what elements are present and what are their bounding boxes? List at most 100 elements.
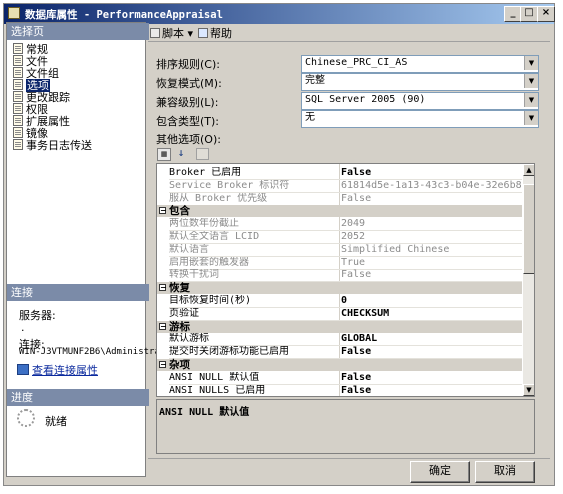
- property-name: ANSI NULLS 已启用: [169, 384, 266, 396]
- property-value[interactable]: False: [341, 167, 522, 179]
- chevron-down-icon: ▼: [524, 111, 538, 125]
- collation-select[interactable]: Chinese_PRC_CI_AS ▼: [301, 55, 539, 73]
- nav-page-item[interactable]: 权限: [13, 103, 48, 116]
- compatibility-level-select[interactable]: SQL Server 2005 (90) ▼: [301, 92, 539, 110]
- categorized-sort-button[interactable]: ▦: [157, 148, 171, 161]
- nav-page-item[interactable]: 文件组: [13, 67, 59, 80]
- property-name: 转换干扰词: [169, 269, 219, 281]
- property-value[interactable]: GLOBAL: [341, 333, 522, 345]
- nav-page-item[interactable]: 扩展属性: [13, 115, 70, 128]
- progress-status: 就绪: [45, 415, 67, 428]
- property-category[interactable]: − 游标: [157, 320, 522, 333]
- close-button[interactable]: ×: [537, 6, 555, 22]
- nav-page-item[interactable]: 常规: [13, 43, 48, 56]
- property-name: Broker 已启用: [169, 167, 242, 178]
- connection-value: WIN-J3VTMUNF2B6\Administrat: [19, 347, 166, 357]
- category-label: 杂项: [169, 359, 190, 371]
- view-connection-link[interactable]: 查看连接属性: [17, 362, 98, 378]
- footer-divider: [148, 458, 550, 459]
- nav-page-item[interactable]: 文件: [13, 55, 48, 68]
- property-value: False: [341, 192, 372, 204]
- page-icon: [13, 55, 23, 66]
- property-value: Simplified Chinese: [341, 243, 450, 255]
- property-row[interactable]: 默认游标 GLOBAL: [157, 333, 522, 345]
- scroll-thumb[interactable]: [523, 184, 534, 274]
- property-description: ANSI NULL 默认值: [156, 399, 535, 454]
- property-grid-scrollbar[interactable]: ▲ ▼: [523, 164, 534, 396]
- page-icon: [13, 67, 23, 78]
- select-page-header: 选择页: [7, 23, 149, 40]
- maximize-button[interactable]: □: [520, 6, 538, 22]
- property-value: True: [341, 256, 366, 268]
- property-row[interactable]: 两位数年份截止 2049: [157, 218, 522, 230]
- property-name: 默认语言: [169, 243, 209, 255]
- cancel-button[interactable]: 取消: [475, 461, 535, 483]
- category-label: 游标: [169, 320, 190, 333]
- property-row[interactable]: 默认语言 Simplified Chinese: [157, 244, 522, 256]
- property-value[interactable]: False: [341, 385, 522, 396]
- sort-az-icon: ↓: [177, 149, 185, 158]
- recovery-model-label: 恢复模式(M):: [156, 77, 222, 90]
- property-row[interactable]: 启用嵌套的触发器 True: [157, 257, 522, 269]
- property-row[interactable]: 提交时关闭游标功能已启用 False: [157, 346, 522, 358]
- database-icon: [8, 7, 20, 19]
- other-options-label: 其他选项(O):: [156, 133, 221, 146]
- nav-page-item[interactable]: 选项: [13, 79, 50, 92]
- ok-button[interactable]: 确定: [410, 461, 470, 483]
- chevron-down-icon: ▼: [524, 56, 538, 70]
- collapse-icon[interactable]: −: [159, 361, 167, 369]
- property-category[interactable]: − 杂项: [157, 359, 522, 371]
- property-row[interactable]: ANSI NULLS 已启用 False: [157, 384, 522, 396]
- property-row[interactable]: 服从 Broker 优先级 False: [157, 193, 522, 205]
- chevron-down-icon: ▼: [524, 74, 538, 88]
- progress-header: 进度: [7, 389, 149, 406]
- containment-type-label: 包含类型(T):: [156, 115, 220, 128]
- nav-page-label: 事务日志传送: [26, 139, 92, 152]
- property-row[interactable]: Service Broker 标识符 61814d5e-1a13-43c3-b04…: [157, 180, 522, 192]
- property-value: False: [341, 269, 372, 281]
- property-value[interactable]: 0: [341, 295, 522, 307]
- containment-type-select[interactable]: 无 ▼: [301, 110, 539, 128]
- scroll-up-icon[interactable]: ▲: [523, 164, 534, 176]
- server-value: .: [21, 321, 25, 334]
- help-icon: [198, 28, 208, 38]
- property-value[interactable]: False: [341, 372, 522, 384]
- recovery-model-select[interactable]: 完整 ▼: [301, 73, 539, 91]
- alphabetical-sort-button[interactable]: ↓: [174, 148, 188, 161]
- nav-page-item[interactable]: 更改跟踪: [13, 91, 70, 104]
- property-name: 启用嵌套的触发器: [169, 256, 249, 268]
- page-icon: [13, 91, 23, 102]
- toolbar: 脚本 ▾ 帮助: [150, 22, 550, 42]
- property-category[interactable]: − 包含: [157, 205, 522, 218]
- page-icon: [13, 139, 23, 150]
- connection-properties-icon: [17, 364, 29, 375]
- compatibility-level-label: 兼容级别(L):: [156, 96, 219, 109]
- nav-page-item[interactable]: 事务日志传送: [13, 139, 92, 152]
- collapse-icon[interactable]: −: [159, 322, 167, 330]
- property-grid: Broker 已启用 False Service Broker 标识符 61814d5…: [156, 163, 535, 397]
- property-row[interactable]: ANSI NULL 默认值 False: [157, 372, 522, 384]
- property-name: Service Broker 标识符: [169, 179, 290, 191]
- property-row[interactable]: 转换干扰词 False: [157, 269, 522, 281]
- property-name: 目标恢复时间(秒): [169, 295, 252, 306]
- scroll-down-icon[interactable]: ▼: [523, 384, 534, 396]
- help-button[interactable]: 帮助: [198, 25, 232, 41]
- property-pages-button[interactable]: [196, 148, 209, 160]
- property-row[interactable]: 目标恢复时间(秒) 0: [157, 295, 522, 307]
- collapse-icon[interactable]: −: [159, 284, 167, 292]
- property-row[interactable]: 页验证 CHECKSUM: [157, 308, 522, 320]
- property-value: 2052: [341, 231, 366, 242]
- property-name: 提交时关闭游标功能已启用: [169, 346, 289, 358]
- page-icon: [13, 43, 23, 54]
- property-value[interactable]: False: [341, 346, 522, 358]
- property-value[interactable]: CHECKSUM: [341, 308, 522, 320]
- property-row[interactable]: 默认全文语言 LCID 2052: [157, 231, 522, 243]
- page-icon: [13, 115, 23, 126]
- categorized-icon: ▦: [160, 150, 168, 158]
- collapse-icon[interactable]: −: [159, 207, 167, 215]
- property-name: ANSI NULL 默认值: [169, 371, 260, 383]
- property-category[interactable]: − 恢复: [157, 282, 522, 295]
- nav-page-item[interactable]: 镜像: [13, 127, 48, 140]
- script-button[interactable]: 脚本 ▾: [150, 25, 193, 41]
- property-row[interactable]: Broker 已启用 False: [157, 167, 522, 179]
